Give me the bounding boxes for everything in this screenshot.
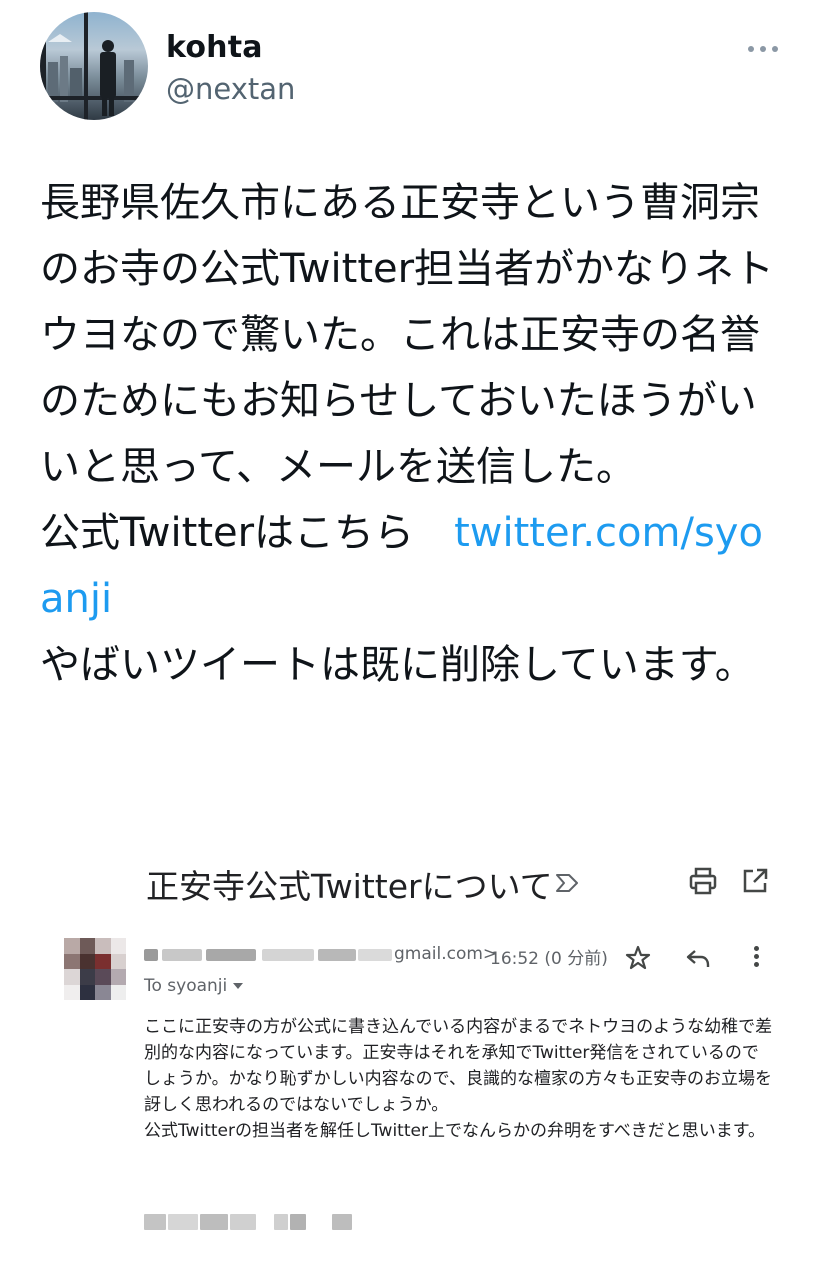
avatar-photo bbox=[40, 12, 148, 120]
sender-email: gmail.com> bbox=[394, 944, 498, 964]
recipients-toggle[interactable]: To syoanji bbox=[144, 976, 244, 996]
email-time: 16:52 (0 分前) bbox=[490, 949, 608, 969]
sender-name-redacted bbox=[144, 944, 394, 966]
sender-avatar-pixelated bbox=[64, 938, 126, 1000]
tweet-text-main: 長野県佐久市にある正安寺という曹洞宗のお寺の公式Twitter担当者がかなりネト… bbox=[40, 180, 775, 556]
print-icon[interactable] bbox=[688, 866, 718, 896]
caret-down-icon bbox=[233, 983, 244, 989]
open-in-new-icon[interactable] bbox=[740, 866, 770, 896]
author-name[interactable]: kohta bbox=[166, 30, 263, 65]
tweet-text-tail: やばいツイートは既に削除しています。 bbox=[40, 642, 755, 688]
star-icon[interactable] bbox=[624, 944, 652, 972]
more-horizontal-icon[interactable] bbox=[746, 32, 780, 66]
author-handle[interactable]: @nextan bbox=[166, 72, 295, 106]
label-icon[interactable] bbox=[554, 872, 580, 894]
more-vertical-icon[interactable] bbox=[744, 942, 768, 972]
signature-redacted bbox=[144, 1212, 364, 1232]
email-body: ここに正安寺の方が公式に書き込んでいる内容がまるでネトウヨのような幼稚で差別的な… bbox=[144, 1017, 773, 1141]
email-subject: 正安寺公式Twitterについて bbox=[146, 867, 553, 906]
tweet-text: 長野県佐久市にある正安寺という曹洞宗のお寺の公式Twitter担当者がかなりネト… bbox=[40, 170, 780, 698]
reply-icon[interactable] bbox=[684, 946, 712, 972]
author-avatar[interactable] bbox=[40, 12, 148, 120]
recipients-label: To syoanji bbox=[144, 976, 228, 996]
